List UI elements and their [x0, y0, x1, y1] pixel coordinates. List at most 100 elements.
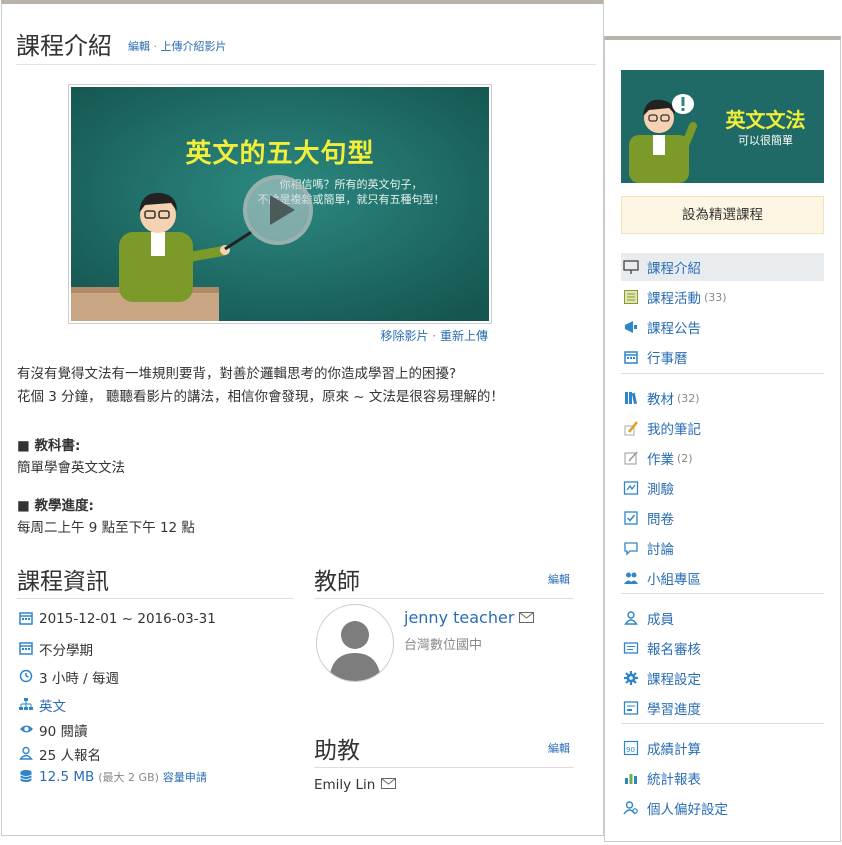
- sidebar-item-label: 我的筆記: [647, 422, 701, 438]
- sidebar-item-calendar[interactable]: 行事曆: [621, 343, 824, 371]
- teacher-name-link[interactable]: jenny teacher: [404, 608, 514, 627]
- storage-apply-link[interactable]: 容量申請: [163, 769, 207, 785]
- sidebar-item-personal-preferences[interactable]: 個人偏好設定: [621, 794, 824, 822]
- course-enrolled-value: 25 人報名: [39, 748, 101, 764]
- video-headline: 英文的五大句型: [185, 139, 375, 169]
- assistant-row: Emily Lin: [314, 777, 397, 793]
- intro-header-links: 編輯 · 上傳介紹影片: [128, 38, 227, 54]
- upload-intro-video-link[interactable]: 上傳介紹影片: [161, 40, 227, 53]
- divider: [314, 767, 574, 768]
- video-actions: 移除影片 · 重新上傳: [68, 327, 488, 344]
- textbook-label: ■ 教科書:: [17, 438, 81, 454]
- sidebar-item-course-activities[interactable]: 課程活動 (33): [621, 283, 824, 311]
- menu-divider: [621, 373, 824, 374]
- textbook-value: 簡單學會英文文法: [17, 460, 125, 476]
- sidebar-item-learning-progress[interactable]: 學習進度: [621, 694, 824, 722]
- database-icon: [18, 769, 34, 785]
- sidebar-item-grade-calculation[interactable]: 90 成績計算: [621, 734, 824, 762]
- calendar-icon: [623, 349, 639, 365]
- sidebar-item-my-notes[interactable]: 我的筆記: [621, 414, 824, 442]
- sidebar-item-members[interactable]: 成員: [621, 604, 824, 632]
- course-cover-image: 英文文法 可以很簡單: [621, 70, 824, 183]
- course-dates-value: 2015-12-01 ~ 2016-03-31: [39, 611, 216, 627]
- sidebar-item-label: 教材: [647, 392, 674, 408]
- sidebar-item-label: 成績計算: [647, 742, 701, 758]
- video-frame: 英文的五大句型 你相信嗎？所有的英文句子， 不論是複雜或簡單，就只有五種句型！: [71, 87, 489, 321]
- cover-title: 英文文法: [725, 108, 806, 132]
- play-icon[interactable]: [243, 175, 313, 245]
- sidebar-item-statistics-report[interactable]: 統計報表: [621, 764, 824, 792]
- user-icon: [623, 610, 639, 626]
- sidebar-item-course-settings[interactable]: 課程設定: [621, 664, 824, 692]
- sidebar-item-label: 統計報表: [647, 772, 701, 788]
- sidebar-item-discussions[interactable]: 討論: [621, 534, 824, 562]
- eye-icon: [18, 722, 34, 738]
- sidebar-item-label: 課程設定: [647, 672, 701, 688]
- svg-text:90: 90: [626, 746, 635, 754]
- divider: [314, 598, 574, 599]
- sidebar-item-course-announcements[interactable]: 課程公告: [621, 313, 824, 341]
- calendar-icon: [18, 611, 34, 627]
- sitemap-icon: [18, 697, 34, 713]
- teacher-name-row: jenny teacher: [404, 608, 535, 627]
- assistant-name: Emily Lin: [314, 777, 376, 793]
- sidebar-item-label: 課程公告: [647, 321, 701, 337]
- intro-video[interactable]: 英文的五大句型 你相信嗎？所有的英文句子， 不論是複雜或簡單，就只有五種句型！: [68, 84, 492, 324]
- schedule-value: 每周二上午 9 點至下午 12 點: [17, 520, 195, 536]
- sidebar-item-count: (2): [677, 451, 693, 465]
- edit-assistant-link[interactable]: 編輯: [548, 740, 570, 756]
- teacher-avatar[interactable]: [316, 604, 394, 682]
- divider: [17, 598, 293, 599]
- course-dates: 2015-12-01 ~ 2016-03-31: [18, 611, 216, 627]
- sidebar-item-label: 測驗: [647, 482, 674, 498]
- course-sidebar: 英文文法 可以很簡單 設為精選課程 課程介紹 課程活動 (33) 課程公告 行事曆 教材(…: [604, 36, 841, 842]
- progress-icon: [623, 700, 639, 716]
- calendar-icon: [18, 641, 34, 657]
- course-category-link[interactable]: 英文: [39, 695, 66, 715]
- id-card-icon: [623, 640, 639, 656]
- sidebar-item-group-area[interactable]: 小組專區: [621, 564, 824, 592]
- edit-icon: [623, 450, 639, 466]
- presentation-icon: [623, 259, 639, 275]
- set-featured-button[interactable]: 設為精選課程: [621, 196, 824, 234]
- reupload-video-link[interactable]: 重新上傳: [440, 329, 488, 343]
- cover-subtitle: 可以很簡單: [738, 134, 793, 147]
- edit-intro-link[interactable]: 編輯: [128, 40, 150, 53]
- course-views: 90 閱讀: [18, 720, 87, 740]
- sidebar-item-count: (33): [704, 290, 727, 304]
- books-icon: [623, 390, 639, 406]
- avatar-icon: [329, 621, 381, 681]
- sidebar-item-assignments[interactable]: 作業 (2): [621, 444, 824, 472]
- sidebar-item-label: 課程活動: [647, 291, 701, 307]
- megaphone-icon: [623, 319, 639, 335]
- sidebar-item-label: 成員: [647, 612, 674, 628]
- link-separator: ·: [150, 40, 161, 53]
- menu-divider: [621, 593, 824, 594]
- edit-teacher-link[interactable]: 編輯: [548, 571, 570, 587]
- sidebar-item-surveys[interactable]: 問卷: [621, 504, 824, 532]
- storage-max: (最大 2 GB): [98, 771, 159, 784]
- remove-video-link[interactable]: 移除影片: [381, 329, 429, 343]
- survey-icon: [623, 510, 639, 526]
- sidebar-item-quizzes[interactable]: 測驗: [621, 474, 824, 502]
- sidebar-item-label: 個人偏好設定: [647, 802, 728, 818]
- group-icon: [623, 570, 639, 586]
- sidebar-item-course-intro[interactable]: 課程介紹: [621, 253, 824, 281]
- chat-icon: [623, 540, 639, 556]
- sidebar-item-materials[interactable]: 教材 (32): [621, 384, 824, 412]
- sidebar-item-label: 作業: [647, 452, 674, 468]
- schedule-label: ■ 教學進度:: [17, 498, 94, 514]
- teacher-title: 教師: [314, 569, 360, 595]
- page-title: 課程介紹: [16, 32, 112, 60]
- storage-used-link[interactable]: 12.5 MB: [39, 769, 94, 785]
- course-intro-panel: 課程介紹 編輯 · 上傳介紹影片 英文的五大句型 你相信嗎？所有的英文句子， 不…: [1, 0, 604, 836]
- sidebar-item-label: 小組專區: [647, 572, 701, 588]
- course-semester: 不分學期: [18, 639, 93, 659]
- clock-icon: [18, 669, 34, 685]
- user-settings-icon: [623, 800, 639, 816]
- sidebar-item-count: (32): [677, 391, 700, 405]
- mail-icon[interactable]: [519, 608, 535, 627]
- mail-icon[interactable]: [381, 777, 397, 793]
- quiz-icon: [623, 480, 639, 496]
- sidebar-item-enrollment-review[interactable]: 報名審核: [621, 634, 824, 662]
